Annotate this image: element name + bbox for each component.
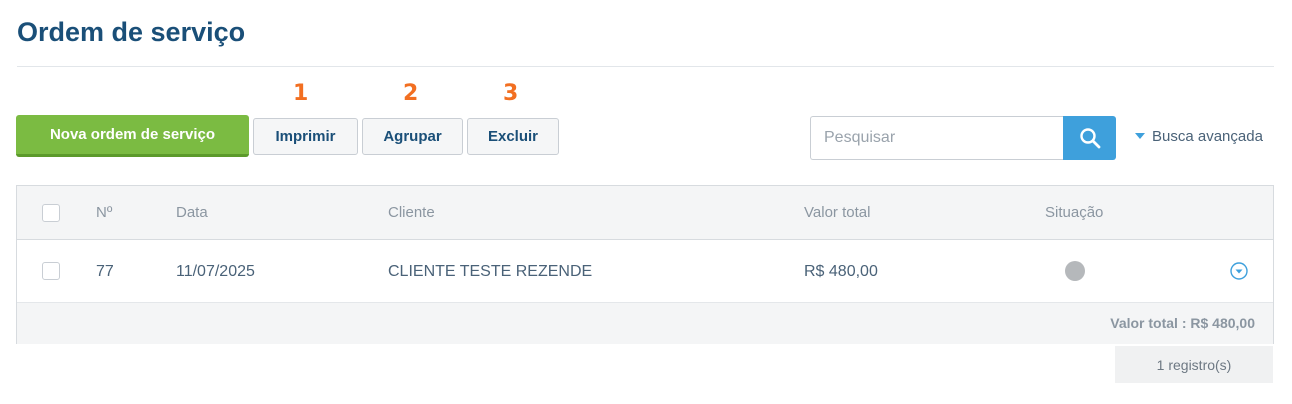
caret-down-icon xyxy=(1135,133,1145,140)
row-checkbox[interactable] xyxy=(42,262,60,280)
column-header-total[interactable]: Valor total xyxy=(804,204,870,221)
advanced-search-link[interactable]: Busca avançada xyxy=(1135,128,1263,145)
group-button[interactable]: Agrupar xyxy=(362,118,463,155)
order-client: CLIENTE TESTE REZENDE xyxy=(388,263,593,280)
advanced-search-label: Busca avançada xyxy=(1152,128,1263,145)
status-indicator xyxy=(1065,261,1085,281)
table-footer: Valor total : R$ 480,00 xyxy=(17,302,1273,344)
order-date: 11/07/2025 xyxy=(176,263,255,280)
column-header-client[interactable]: Cliente xyxy=(388,204,435,221)
search-button[interactable] xyxy=(1063,116,1116,160)
title-divider xyxy=(17,66,1274,67)
search-input[interactable] xyxy=(810,116,1063,160)
print-button[interactable]: Imprimir xyxy=(253,118,358,155)
page-title: Ordem de serviço xyxy=(17,17,246,47)
record-count: 1 registro(s) xyxy=(1115,346,1273,383)
chevron-down-circle-icon[interactable] xyxy=(1230,262,1248,280)
column-header-number[interactable]: Nº xyxy=(96,204,112,221)
annotation-marker-2: 2 xyxy=(403,81,419,106)
delete-button[interactable]: Excluir xyxy=(467,118,559,155)
search-icon xyxy=(1079,128,1100,149)
new-service-order-button[interactable]: Nova ordem de serviço xyxy=(16,115,249,157)
footer-total: Valor total : R$ 480,00 xyxy=(1110,315,1255,331)
table-row[interactable]: 77 11/07/2025 CLIENTE TESTE REZENDE R$ 4… xyxy=(17,240,1273,302)
order-number: 77 xyxy=(96,263,114,280)
order-total: R$ 480,00 xyxy=(804,263,878,280)
select-all-checkbox[interactable] xyxy=(42,204,60,222)
column-header-status[interactable]: Situação xyxy=(1045,204,1103,221)
column-header-date[interactable]: Data xyxy=(176,204,208,221)
service-orders-table: Nº Data Cliente Valor total Situação 77 … xyxy=(16,185,1274,344)
annotation-marker-1: 1 xyxy=(293,81,309,106)
annotation-marker-3: 3 xyxy=(503,81,519,106)
table-header: Nº Data Cliente Valor total Situação xyxy=(17,186,1273,240)
